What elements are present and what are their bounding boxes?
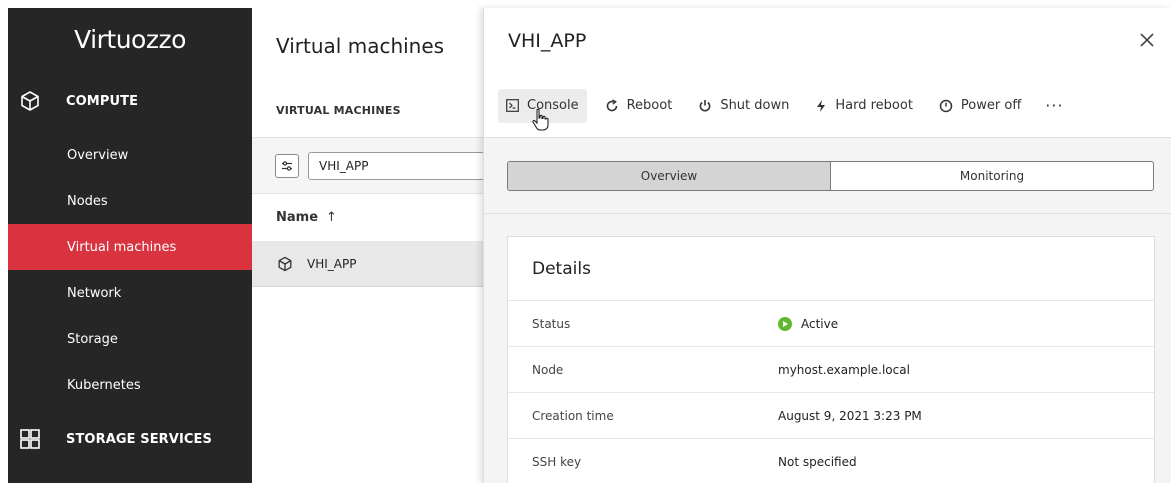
vm-detail-panel: VHI_APP Console Reboot Shut down Hard re… bbox=[483, 8, 1171, 483]
detail-row-status: Status Active bbox=[508, 301, 1154, 347]
detail-key: Status bbox=[532, 316, 571, 331]
column-label: Name bbox=[276, 210, 319, 225]
detail-key: Creation time bbox=[532, 408, 614, 423]
play-icon bbox=[778, 316, 792, 331]
brand-logo[interactable]: Virtuozzo bbox=[8, 8, 252, 70]
more-actions-button[interactable]: ··· bbox=[1039, 96, 1069, 115]
sidebar-item-label: Nodes bbox=[67, 193, 108, 209]
breadcrumb: VIRTUAL MACHINES bbox=[252, 84, 492, 138]
sidebar-item-label: Network bbox=[67, 285, 122, 301]
console-label: Console bbox=[527, 98, 579, 113]
sidebar-item-kubernetes[interactable]: Kubernetes bbox=[8, 362, 252, 408]
cube-icon bbox=[19, 90, 41, 112]
arrow-up-icon: ↑ bbox=[326, 210, 337, 225]
name-column-header[interactable]: Name ↑ bbox=[252, 194, 492, 241]
tab-monitoring[interactable]: Monitoring bbox=[831, 162, 1153, 190]
detail-header: VHI_APP bbox=[484, 8, 1171, 74]
sidebar: Virtuozzo COMPUTE Overview Nodes Virtual… bbox=[8, 8, 252, 483]
section-label-compute: COMPUTE bbox=[66, 93, 139, 109]
filter-button[interactable] bbox=[275, 153, 299, 178]
close-button[interactable] bbox=[1139, 29, 1155, 54]
tab-overview[interactable]: Overview bbox=[508, 161, 831, 190]
detail-row-creation-time: Creation time August 9, 2021 3:23 PM bbox=[508, 393, 1154, 439]
sliders-icon bbox=[282, 160, 292, 171]
power-off-button[interactable]: Power off bbox=[931, 89, 1029, 123]
console-button[interactable]: Console bbox=[498, 88, 587, 123]
power-icon bbox=[698, 99, 712, 113]
lightning-icon bbox=[815, 99, 827, 113]
table-row[interactable]: VHI_APP bbox=[252, 241, 492, 287]
search-input[interactable] bbox=[308, 151, 488, 180]
detail-value: August 9, 2021 3:23 PM bbox=[778, 408, 922, 423]
detail-row-node: Node myhost.example.local bbox=[508, 347, 1154, 393]
detail-value: myhost.example.local bbox=[778, 362, 910, 377]
reboot-label: Reboot bbox=[626, 98, 673, 113]
page-title: Virtual machines bbox=[276, 34, 445, 58]
sidebar-section-compute[interactable]: COMPUTE bbox=[8, 70, 252, 132]
detail-row-ssh-key: SSH key Not specified bbox=[508, 439, 1154, 483]
sidebar-item-label: Virtual machines bbox=[67, 239, 177, 255]
section-label-storage-services: STORAGE SERVICES bbox=[66, 431, 212, 447]
detail-key: SSH key bbox=[532, 454, 582, 469]
logo-text: Virtuozzo bbox=[74, 24, 186, 54]
status-value: Active bbox=[801, 316, 839, 331]
power-off-label: Power off bbox=[960, 98, 1022, 113]
terminal-icon bbox=[506, 99, 519, 112]
sidebar-section-storage-services[interactable]: STORAGE SERVICES bbox=[8, 408, 252, 470]
shut-down-label: Shut down bbox=[720, 98, 790, 113]
power-off-icon bbox=[939, 99, 953, 113]
tabs-bar: Overview Monitoring bbox=[484, 138, 1171, 214]
vm-name: VHI_APP bbox=[307, 256, 357, 271]
sidebar-item-overview[interactable]: Overview bbox=[8, 132, 252, 178]
details-card: Details Status Active Node myhost.exampl… bbox=[507, 236, 1155, 483]
hard-reboot-button[interactable]: Hard reboot bbox=[807, 89, 921, 123]
hard-reboot-label: Hard reboot bbox=[835, 98, 913, 113]
details-card-title: Details bbox=[508, 237, 1154, 301]
vm-actions-toolbar: Console Reboot Shut down Hard reboot Pow… bbox=[484, 74, 1171, 138]
sidebar-item-network[interactable]: Network bbox=[8, 270, 252, 316]
cube-icon bbox=[277, 256, 293, 272]
grid-icon bbox=[19, 428, 41, 450]
status-badge: Active bbox=[778, 316, 839, 331]
sidebar-item-nodes[interactable]: Nodes bbox=[8, 178, 252, 224]
close-icon bbox=[1140, 32, 1154, 47]
detail-title: VHI_APP bbox=[508, 30, 587, 52]
detail-key: Node bbox=[532, 362, 564, 377]
detail-value: Not specified bbox=[778, 454, 857, 469]
sidebar-item-virtual-machines[interactable]: Virtual machines bbox=[8, 224, 252, 270]
sidebar-item-label: Overview bbox=[67, 147, 129, 163]
sidebar-item-storage[interactable]: Storage bbox=[8, 316, 252, 362]
sidebar-item-label: Storage bbox=[67, 331, 118, 347]
reboot-button[interactable]: Reboot bbox=[597, 89, 681, 123]
shut-down-button[interactable]: Shut down bbox=[690, 89, 797, 123]
vm-list-panel: Virtual machines VIRTUAL MACHINES Name ↑… bbox=[252, 8, 492, 483]
view-tabs: Overview Monitoring bbox=[507, 160, 1154, 191]
search-bar bbox=[252, 138, 492, 194]
reboot-icon bbox=[605, 98, 619, 113]
sidebar-item-label: Kubernetes bbox=[67, 377, 141, 393]
